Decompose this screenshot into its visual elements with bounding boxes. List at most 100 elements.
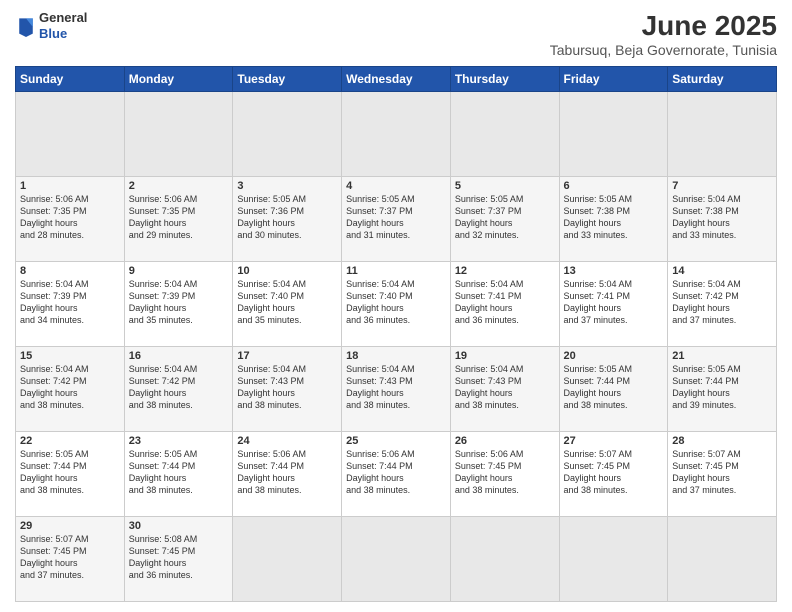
table-row [233,517,342,602]
cell-info: Sunrise: 5:05 AM Sunset: 7:36 PM Dayligh… [237,193,337,242]
logo-blue: Blue [39,26,87,42]
cell-info: Sunrise: 5:05 AM Sunset: 7:44 PM Dayligh… [129,448,229,497]
title-block: June 2025 Tabursuq, Beja Governorate, Tu… [550,10,777,58]
cell-info: Sunrise: 5:04 AM Sunset: 7:39 PM Dayligh… [129,278,229,327]
day-number: 20 [564,350,664,362]
table-row: 7 Sunrise: 5:04 AM Sunset: 7:38 PM Dayli… [668,177,777,262]
day-number: 4 [346,180,446,192]
cell-info: Sunrise: 5:06 AM Sunset: 7:35 PM Dayligh… [129,193,229,242]
table-row: 27 Sunrise: 5:07 AM Sunset: 7:45 PM Dayl… [559,432,668,517]
cell-info: Sunrise: 5:07 AM Sunset: 7:45 PM Dayligh… [564,448,664,497]
table-row [342,517,451,602]
calendar-subtitle: Tabursuq, Beja Governorate, Tunisia [550,42,777,58]
table-row [668,92,777,177]
day-number: 11 [346,265,446,277]
day-number: 12 [455,265,555,277]
cell-info: Sunrise: 5:04 AM Sunset: 7:41 PM Dayligh… [455,278,555,327]
day-number: 1 [20,180,120,192]
table-row [450,517,559,602]
header-tuesday: Tuesday [233,67,342,92]
day-number: 5 [455,180,555,192]
cell-info: Sunrise: 5:06 AM Sunset: 7:44 PM Dayligh… [346,448,446,497]
calendar-title: June 2025 [550,10,777,42]
calendar-week-1: 1 Sunrise: 5:06 AM Sunset: 7:35 PM Dayli… [16,177,777,262]
cell-info: Sunrise: 5:05 AM Sunset: 7:38 PM Dayligh… [564,193,664,242]
day-number: 27 [564,435,664,447]
day-number: 23 [129,435,229,447]
header-saturday: Saturday [668,67,777,92]
logo-general: General [39,10,87,26]
calendar-table: Sunday Monday Tuesday Wednesday Thursday… [15,66,777,602]
cell-info: Sunrise: 5:04 AM Sunset: 7:43 PM Dayligh… [455,363,555,412]
table-row: 14 Sunrise: 5:04 AM Sunset: 7:42 PM Dayl… [668,262,777,347]
day-number: 25 [346,435,446,447]
day-number: 30 [129,520,229,532]
table-row: 25 Sunrise: 5:06 AM Sunset: 7:44 PM Dayl… [342,432,451,517]
cell-info: Sunrise: 5:04 AM Sunset: 7:38 PM Dayligh… [672,193,772,242]
cell-info: Sunrise: 5:07 AM Sunset: 7:45 PM Dayligh… [672,448,772,497]
table-row: 29 Sunrise: 5:07 AM Sunset: 7:45 PM Dayl… [16,517,125,602]
day-number: 9 [129,265,229,277]
table-row: 11 Sunrise: 5:04 AM Sunset: 7:40 PM Dayl… [342,262,451,347]
day-number: 28 [672,435,772,447]
table-row [450,92,559,177]
calendar-week-3: 15 Sunrise: 5:04 AM Sunset: 7:42 PM Dayl… [16,347,777,432]
day-number: 21 [672,350,772,362]
day-number: 14 [672,265,772,277]
cell-info: Sunrise: 5:04 AM Sunset: 7:43 PM Dayligh… [237,363,337,412]
table-row [559,517,668,602]
calendar-week-5: 29 Sunrise: 5:07 AM Sunset: 7:45 PM Dayl… [16,517,777,602]
table-row: 6 Sunrise: 5:05 AM Sunset: 7:38 PM Dayli… [559,177,668,262]
table-row: 28 Sunrise: 5:07 AM Sunset: 7:45 PM Dayl… [668,432,777,517]
header-thursday: Thursday [450,67,559,92]
table-row: 4 Sunrise: 5:05 AM Sunset: 7:37 PM Dayli… [342,177,451,262]
day-number: 16 [129,350,229,362]
day-number: 13 [564,265,664,277]
table-row: 3 Sunrise: 5:05 AM Sunset: 7:36 PM Dayli… [233,177,342,262]
logo-text: General Blue [39,10,87,41]
header-wednesday: Wednesday [342,67,451,92]
table-row: 16 Sunrise: 5:04 AM Sunset: 7:42 PM Dayl… [124,347,233,432]
cell-info: Sunrise: 5:04 AM Sunset: 7:40 PM Dayligh… [346,278,446,327]
table-row [668,517,777,602]
cell-info: Sunrise: 5:05 AM Sunset: 7:37 PM Dayligh… [455,193,555,242]
cell-info: Sunrise: 5:06 AM Sunset: 7:45 PM Dayligh… [455,448,555,497]
cell-info: Sunrise: 5:04 AM Sunset: 7:41 PM Dayligh… [564,278,664,327]
cell-info: Sunrise: 5:04 AM Sunset: 7:43 PM Dayligh… [346,363,446,412]
table-row: 8 Sunrise: 5:04 AM Sunset: 7:39 PM Dayli… [16,262,125,347]
cell-info: Sunrise: 5:04 AM Sunset: 7:39 PM Dayligh… [20,278,120,327]
calendar-header-row: Sunday Monday Tuesday Wednesday Thursday… [16,67,777,92]
table-row: 5 Sunrise: 5:05 AM Sunset: 7:37 PM Dayli… [450,177,559,262]
table-row: 17 Sunrise: 5:04 AM Sunset: 7:43 PM Dayl… [233,347,342,432]
day-number: 10 [237,265,337,277]
table-row: 9 Sunrise: 5:04 AM Sunset: 7:39 PM Dayli… [124,262,233,347]
table-row: 19 Sunrise: 5:04 AM Sunset: 7:43 PM Dayl… [450,347,559,432]
cell-info: Sunrise: 5:05 AM Sunset: 7:44 PM Dayligh… [564,363,664,412]
calendar-week-0 [16,92,777,177]
table-row: 1 Sunrise: 5:06 AM Sunset: 7:35 PM Dayli… [16,177,125,262]
table-row: 2 Sunrise: 5:06 AM Sunset: 7:35 PM Dayli… [124,177,233,262]
table-row: 13 Sunrise: 5:04 AM Sunset: 7:41 PM Dayl… [559,262,668,347]
table-row: 22 Sunrise: 5:05 AM Sunset: 7:44 PM Dayl… [16,432,125,517]
day-number: 17 [237,350,337,362]
cell-info: Sunrise: 5:04 AM Sunset: 7:42 PM Dayligh… [20,363,120,412]
header-friday: Friday [559,67,668,92]
table-row: 21 Sunrise: 5:05 AM Sunset: 7:44 PM Dayl… [668,347,777,432]
page: General Blue June 2025 Tabursuq, Beja Go… [0,0,792,612]
logo-icon [17,15,35,37]
calendar-week-4: 22 Sunrise: 5:05 AM Sunset: 7:44 PM Dayl… [16,432,777,517]
day-number: 18 [346,350,446,362]
logo: General Blue [15,10,87,41]
header-monday: Monday [124,67,233,92]
cell-info: Sunrise: 5:04 AM Sunset: 7:40 PM Dayligh… [237,278,337,327]
table-row: 12 Sunrise: 5:04 AM Sunset: 7:41 PM Dayl… [450,262,559,347]
table-row [233,92,342,177]
cell-info: Sunrise: 5:06 AM Sunset: 7:35 PM Dayligh… [20,193,120,242]
table-row: 24 Sunrise: 5:06 AM Sunset: 7:44 PM Dayl… [233,432,342,517]
table-row: 26 Sunrise: 5:06 AM Sunset: 7:45 PM Dayl… [450,432,559,517]
cell-info: Sunrise: 5:05 AM Sunset: 7:44 PM Dayligh… [672,363,772,412]
day-number: 15 [20,350,120,362]
day-number: 6 [564,180,664,192]
header-sunday: Sunday [16,67,125,92]
table-row: 23 Sunrise: 5:05 AM Sunset: 7:44 PM Dayl… [124,432,233,517]
